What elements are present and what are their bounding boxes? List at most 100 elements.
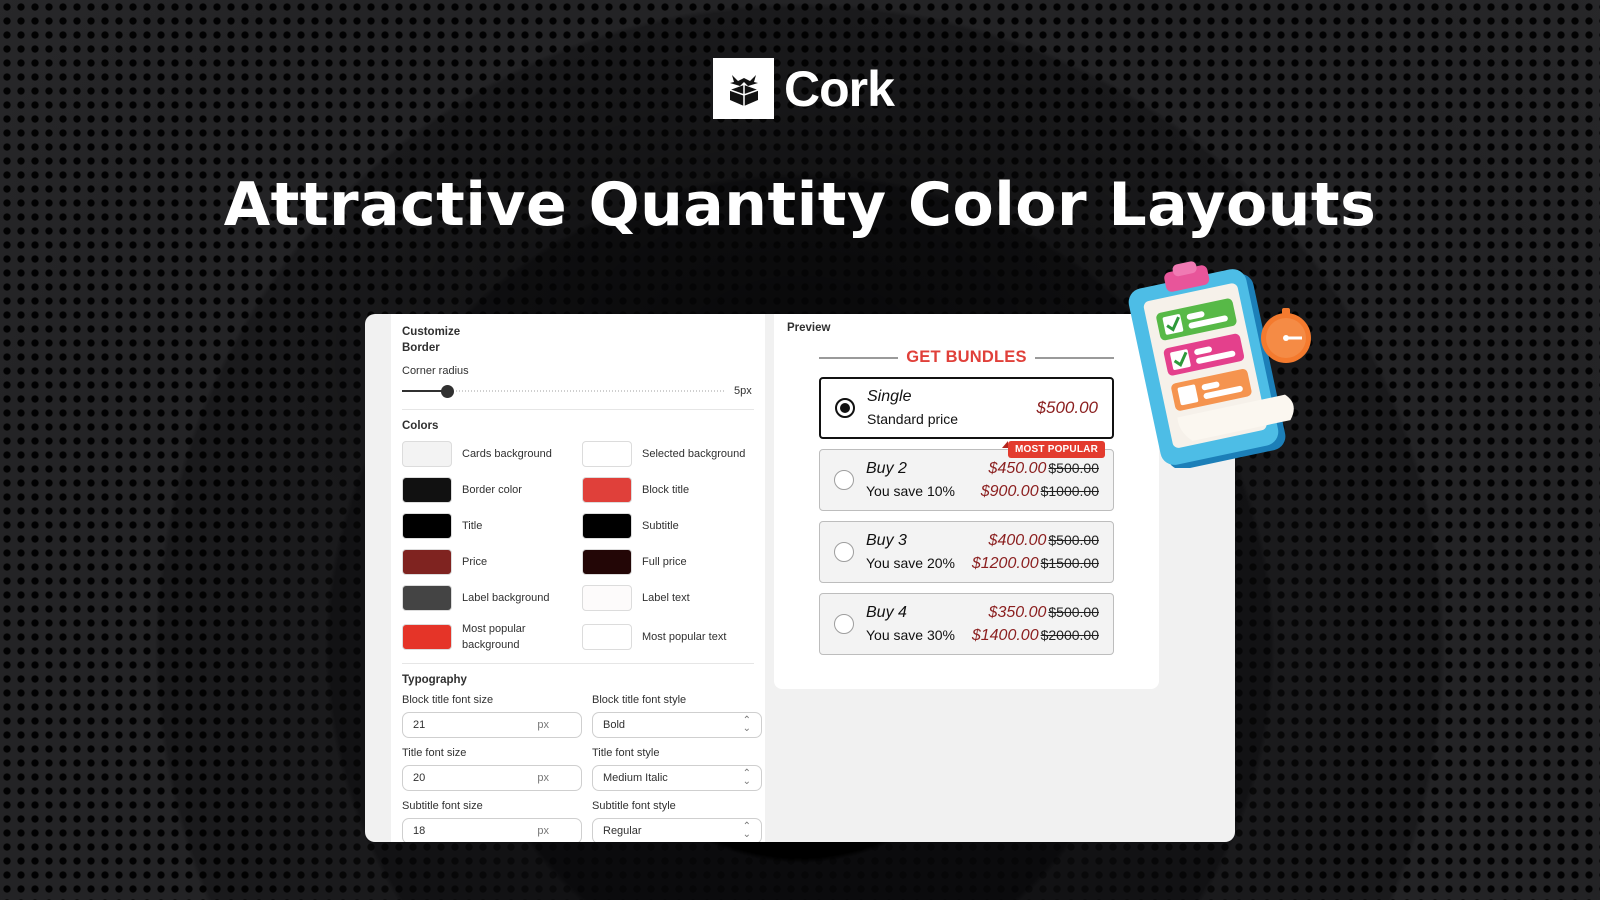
box-arrows-icon <box>713 58 774 119</box>
color-swatch[interactable] <box>402 624 452 650</box>
stopwatch-icon <box>1261 308 1311 363</box>
colors-section-title: Colors <box>402 420 439 432</box>
bundle-option-card[interactable]: Buy 3 You save 20% $400.00 $500.00 $1200.00… <box>819 521 1114 583</box>
color-label: Selected background <box>642 448 746 460</box>
color-swatch[interactable] <box>582 585 632 611</box>
option-subtitle: You save 20% <box>866 555 955 571</box>
field-label: Subtitle font size <box>402 800 483 812</box>
color-swatch[interactable] <box>582 441 632 467</box>
brand-logo: Cork <box>713 58 895 119</box>
font-style-select[interactable]: Regular ⌃ ⌄ <box>592 818 762 842</box>
typography-grid: Block title font size 21 px Block title f… <box>402 693 762 842</box>
font-style-select[interactable]: Bold ⌃ ⌄ <box>592 712 762 738</box>
brand-name: Cork <box>784 60 895 117</box>
select-value: Bold <box>603 719 626 731</box>
preview-panel: Preview GET BUNDLES Single Standard pric… <box>774 314 1159 689</box>
full-price: $2000.00 <box>1040 627 1099 643</box>
chevron-updown-icon: ⌃ ⌄ <box>742 715 751 734</box>
color-swatch[interactable] <box>582 549 632 575</box>
option-prices: $500.00 <box>1037 397 1098 420</box>
field-label: Subtitle font style <box>592 800 676 812</box>
color-label: Border color <box>462 484 522 496</box>
color-label: Label background <box>462 592 550 604</box>
color-setting: Selected background <box>582 441 762 467</box>
unit-label: px <box>537 772 549 784</box>
typography-field: Title font size 20 px <box>402 746 582 791</box>
color-swatch[interactable] <box>402 549 452 575</box>
color-swatch[interactable] <box>402 585 452 611</box>
typography-field: Subtitle font size 18 px <box>402 799 582 842</box>
bundle-option-card[interactable]: MOST POPULAR Buy 2 You save 10% $450.00 $50… <box>819 441 1114 511</box>
field-label: Block title font style <box>592 694 687 706</box>
full-price: $1000.00 <box>1040 483 1099 499</box>
typography-field: Title font style Medium Italic ⌃ ⌄ <box>592 746 762 791</box>
bundle-option-card[interactable]: Buy 4 You save 30% $350.00 $500.00 $1400.00… <box>819 593 1114 655</box>
full-price: $500.00 <box>1048 460 1099 476</box>
color-label: Most popular background <box>462 623 526 651</box>
price: $350.00 <box>988 604 1047 621</box>
typography-field: Block title font size 21 px <box>402 693 582 738</box>
typography-field: Subtitle font style Regular ⌃ ⌄ <box>592 799 762 842</box>
font-size-input[interactable]: 21 px <box>402 712 582 738</box>
color-setting: Block title <box>582 477 762 503</box>
corner-radius-slider[interactable] <box>402 385 726 398</box>
color-swatch[interactable] <box>402 477 452 503</box>
corner-radius-label: Corner radius <box>402 365 469 377</box>
radio-unselected[interactable] <box>834 614 854 634</box>
field-label: Title font size <box>402 747 467 759</box>
block-title-text: GET BUNDLES <box>906 348 1027 366</box>
color-swatch[interactable] <box>402 441 452 467</box>
font-size-input[interactable]: 20 px <box>402 765 582 791</box>
typography-field: Block title font style Bold ⌃ ⌄ <box>592 693 762 738</box>
unit-label: px <box>537 719 549 731</box>
full-price: $500.00 <box>1048 604 1099 620</box>
color-swatch[interactable] <box>582 624 632 650</box>
color-swatch[interactable] <box>582 477 632 503</box>
font-size-input[interactable]: 18 px <box>402 818 582 842</box>
radio-unselected[interactable] <box>834 470 854 490</box>
input-value: 18 <box>413 825 426 837</box>
chevron-updown-icon: ⌃ ⌄ <box>742 821 751 840</box>
corner-radius-value: 5px <box>734 385 752 397</box>
settings-panel: Customize Border Corner radius 5px Color… <box>391 314 765 842</box>
page-headline: Attractive Quantity Color Layouts <box>223 170 1377 240</box>
field-label: Title font style <box>592 747 660 759</box>
divider <box>402 663 754 664</box>
color-swatch[interactable] <box>582 513 632 539</box>
price: $450.00 <box>988 460 1047 477</box>
field-label: Block title font size <box>402 694 494 706</box>
color-label: Price <box>462 556 488 568</box>
typography-section-title: Typography <box>402 674 467 686</box>
slider-thumb[interactable] <box>441 385 455 398</box>
radio-selected[interactable] <box>835 398 855 418</box>
option-title: Buy 3 <box>866 532 907 549</box>
bundle-options: Single Standard price $500.00 MOST POPULAR… <box>787 377 1146 655</box>
option-title: Buy 4 <box>866 604 907 621</box>
radio-unselected[interactable] <box>834 542 854 562</box>
full-price: $1500.00 <box>1040 555 1099 571</box>
option-subtitle: Standard price <box>867 411 959 427</box>
option-subtitle: You save 10% <box>866 483 955 499</box>
price: $900.00 <box>980 483 1039 500</box>
color-label: Most popular text <box>642 631 727 643</box>
color-setting: Border color <box>402 477 582 503</box>
price: $1400.00 <box>971 627 1039 644</box>
option-title: Single <box>867 388 912 405</box>
color-label: Subtitle <box>642 520 679 532</box>
color-setting: Subtitle <box>582 513 762 539</box>
colors-grid: Cards background Selected background Borde… <box>402 441 754 653</box>
font-style-select[interactable]: Medium Italic ⌃ ⌄ <box>592 765 762 791</box>
bundle-option-card[interactable]: Single Standard price $500.00 <box>819 377 1114 439</box>
select-value: Regular <box>603 825 642 837</box>
preview-label: Preview <box>787 322 831 334</box>
app-panel: Customize Border Corner radius 5px Color… <box>365 314 1235 842</box>
price: $1200.00 <box>971 555 1039 572</box>
color-swatch[interactable] <box>402 513 452 539</box>
chevron-updown-icon: ⌃ ⌄ <box>742 768 751 787</box>
option-prices: $350.00 $500.00 $1400.00 $2000.00 <box>972 601 1099 647</box>
divider <box>402 409 754 410</box>
price: $500.00 <box>1036 397 1098 417</box>
color-setting: Full price <box>582 549 762 575</box>
color-setting: Title <box>402 513 582 539</box>
full-price: $500.00 <box>1048 532 1099 548</box>
